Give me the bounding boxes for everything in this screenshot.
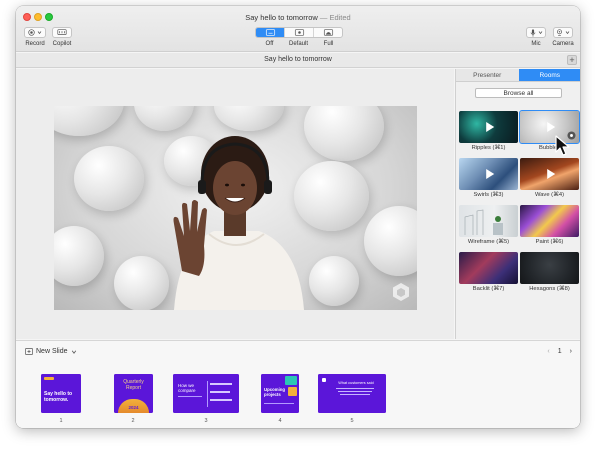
- slide-thumbnail-4[interactable]: Upcoming projects: [261, 374, 299, 413]
- room-label: Ripples (⌘1): [471, 145, 506, 151]
- room-label: Wave (⌘4): [534, 192, 565, 198]
- room-label: Wireframe (⌘5): [467, 239, 510, 245]
- room-hexagons[interactable]: Hexagons (⌘8): [520, 252, 579, 292]
- slide-canvas: [16, 69, 454, 339]
- camera-preview[interactable]: [54, 106, 417, 310]
- slide-text: How we compare: [178, 383, 196, 393]
- record-button[interactable]: [24, 27, 46, 38]
- slide-thumbnail-3[interactable]: How we compare: [173, 374, 239, 413]
- rooms-panel: Presenter Rooms Browse all Ripples (⌘1) …: [455, 69, 580, 339]
- room-label: Paint (⌘6): [535, 239, 564, 245]
- slide-pager: ‹ 1 ›: [547, 348, 572, 355]
- presenter-mode-segmented-control[interactable]: [255, 27, 343, 38]
- previous-page-button[interactable]: ‹: [547, 348, 549, 355]
- app-logo-icon: [393, 283, 409, 301]
- room-paint[interactable]: Paint (⌘6): [520, 205, 579, 245]
- new-slide-button[interactable]: New Slide: [25, 348, 77, 355]
- slide-strip: New Slide ‹ 1 › Say hello to tomorrow. 1…: [16, 340, 580, 428]
- slide-number: 5: [350, 418, 354, 424]
- document-bar: Say hello to tomorrow +: [16, 53, 580, 68]
- slide-number: 4: [278, 418, 282, 424]
- room-swirls[interactable]: Swirls (⌘3): [459, 158, 518, 198]
- play-icon: [485, 122, 494, 132]
- chevron-down-icon: [37, 31, 42, 35]
- tab-rooms[interactable]: Rooms: [518, 69, 580, 81]
- add-button[interactable]: +: [567, 55, 577, 65]
- title-bar: Say hello to tomorrow — Edited Record Co…: [16, 6, 580, 52]
- window-title: Say hello to tomorrow — Edited: [245, 13, 351, 22]
- slide-thumbnail-1[interactable]: Say hello to tomorrow.: [41, 374, 81, 413]
- slide-text: What customers said: [338, 381, 374, 385]
- play-icon: [485, 169, 494, 179]
- mode-full-segment[interactable]: [314, 28, 342, 37]
- wireframe-pattern: [464, 209, 503, 235]
- app-window: Say hello to tomorrow — Edited Record Co…: [16, 6, 580, 428]
- chevron-down-icon: [565, 31, 570, 35]
- mode-full-label: Full: [323, 41, 334, 47]
- mode-default-label: Default: [288, 41, 308, 47]
- browse-all-button[interactable]: Browse all: [475, 88, 562, 98]
- presenter-full-icon: [323, 29, 333, 36]
- camera-label: Camera: [552, 41, 574, 47]
- slide-text: Upcoming projects: [264, 387, 286, 397]
- new-slide-label: New Slide: [36, 348, 68, 355]
- copilot-label: Copilot: [52, 41, 72, 47]
- room-wave[interactable]: Wave (⌘4): [520, 158, 579, 198]
- slide-number: 1: [59, 418, 63, 424]
- room-ripples[interactable]: Ripples (⌘1): [459, 111, 518, 151]
- new-slide-icon: [25, 348, 33, 355]
- room-label: Swirls (⌘3): [473, 192, 504, 198]
- chevron-down-icon: [538, 31, 542, 35]
- slide-text: Say hello to tomorrow.: [44, 391, 73, 403]
- mode-default-segment[interactable]: [285, 28, 314, 37]
- camera-button[interactable]: [553, 27, 573, 38]
- current-page: 1: [557, 348, 562, 355]
- record-label: Record: [25, 41, 45, 47]
- tab-presenter[interactable]: Presenter: [456, 69, 519, 81]
- slide-text: Quarterly Report: [123, 379, 144, 391]
- play-icon: [546, 122, 555, 132]
- mic-icon: [530, 28, 535, 37]
- play-icon: [546, 169, 555, 179]
- slide-number: 3: [204, 418, 208, 424]
- next-page-button[interactable]: ›: [570, 348, 572, 355]
- mouse-cursor-icon: [555, 135, 570, 156]
- slide-thumbnail-5[interactable]: What customers said: [318, 374, 386, 413]
- room-label: Hexagons (⌘8): [529, 286, 570, 292]
- mode-off-label: Off: [265, 41, 274, 47]
- room-label: Backlit (⌘7): [472, 286, 505, 292]
- mic-label: Mic: [531, 41, 541, 47]
- presenter-off-icon: [265, 29, 275, 36]
- slide-year: 2024: [128, 405, 139, 410]
- chevron-down-icon: [71, 350, 76, 354]
- panel-tabs: Presenter Rooms: [456, 69, 580, 82]
- presenter-figure: [173, 136, 304, 310]
- room-backlit[interactable]: Backlit (⌘7): [459, 252, 518, 292]
- copilot-icon: [57, 29, 67, 35]
- mic-button[interactable]: [526, 27, 546, 38]
- mode-off-segment[interactable]: [256, 28, 285, 37]
- document-title: Say hello to tomorrow: [264, 56, 332, 63]
- camera-icon: [557, 29, 562, 36]
- room-wireframe[interactable]: Wireframe (⌘5): [459, 205, 518, 245]
- slide-number: 2: [131, 418, 135, 424]
- copilot-button[interactable]: [52, 27, 72, 38]
- presenter-default-icon: [294, 29, 304, 36]
- slide-thumbnail-2[interactable]: Quarterly Report 2024: [114, 374, 153, 413]
- record-icon: [28, 29, 35, 36]
